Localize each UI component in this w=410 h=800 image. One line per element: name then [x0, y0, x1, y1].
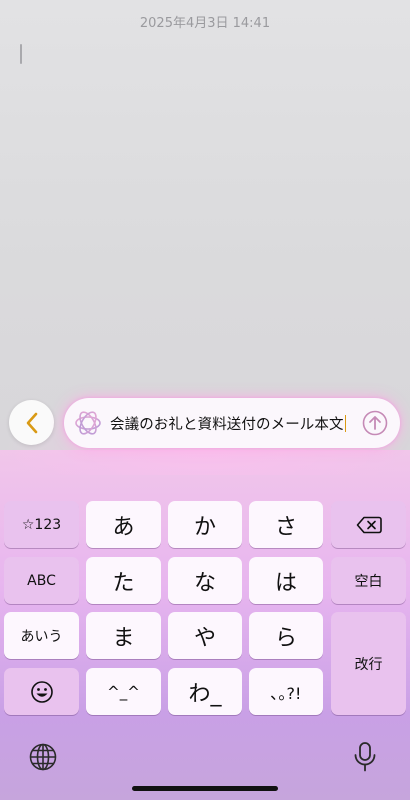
key-ma[interactable]: ま — [86, 612, 161, 659]
key-abc[interactable]: ABC — [4, 557, 79, 604]
send-button[interactable] — [361, 409, 389, 437]
emoji-icon — [30, 680, 53, 703]
emoji-button[interactable] — [4, 668, 79, 715]
arrow-up-circle-icon — [362, 410, 388, 436]
chevron-left-icon — [26, 412, 37, 433]
delete-backward-icon — [356, 516, 382, 533]
key-ta[interactable]: た — [86, 557, 161, 604]
space-button[interactable]: 空白 — [331, 557, 406, 604]
globe-icon[interactable] — [28, 742, 58, 772]
note-timestamp: 2025年4月3日 14:41 — [139, 16, 271, 31]
home-indicator[interactable] — [132, 786, 278, 791]
note-editor[interactable]: 2025年4月3日 14:41 — [0, 0, 410, 450]
key-ha[interactable]: は — [249, 557, 323, 604]
writing-tools-prompt-field[interactable]: 会議のお礼と資料送付のメール本文 — [64, 398, 400, 448]
microphone-icon[interactable] — [352, 741, 378, 773]
key-ra[interactable]: ら — [249, 612, 323, 659]
key-kaomoji[interactable]: ^_^ — [86, 668, 161, 715]
key-na[interactable]: な — [168, 557, 242, 604]
back-button[interactable] — [9, 400, 54, 445]
prompt-caret — [344, 415, 347, 432]
key-punctuation[interactable]: ､｡?! — [249, 668, 323, 715]
key-ka[interactable]: か — [168, 501, 242, 548]
key-a[interactable]: あ — [86, 501, 161, 548]
text-caret — [20, 44, 22, 64]
key-ya[interactable]: や — [168, 612, 242, 659]
key-kana-mode[interactable]: あいう — [4, 612, 79, 659]
key-wa[interactable]: わ_ — [168, 668, 242, 715]
key-numbers[interactable]: ☆123 — [4, 501, 79, 548]
enter-button[interactable]: 改行 — [331, 612, 406, 715]
prompt-text: 会議のお礼と資料送付のメール本文 — [110, 413, 347, 434]
apple-intelligence-icon — [75, 411, 101, 435]
key-sa[interactable]: さ — [249, 501, 323, 548]
delete-button[interactable] — [331, 501, 406, 548]
